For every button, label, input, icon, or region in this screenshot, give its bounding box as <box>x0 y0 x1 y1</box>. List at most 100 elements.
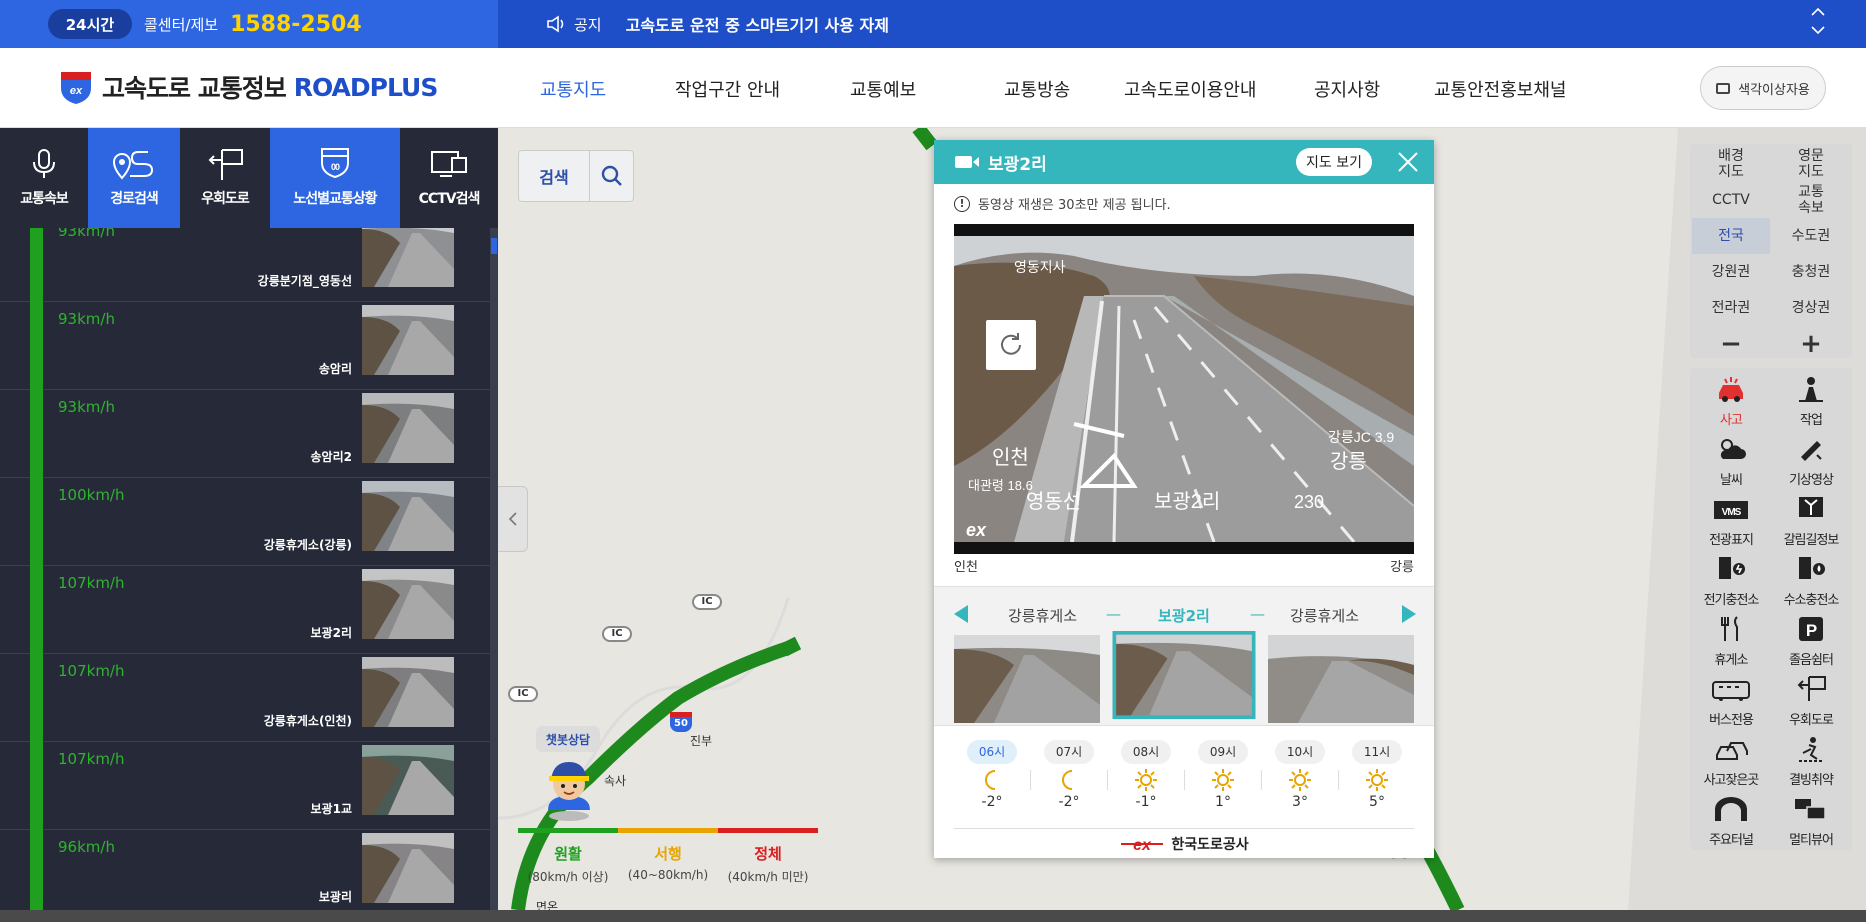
road-status-row[interactable]: 107km/h 강릉휴게소(인천) <box>0 654 490 742</box>
chatbot-label[interactable]: 챗봇상담 <box>536 726 600 752</box>
map-control-button[interactable]: 수도권 <box>1772 218 1850 254</box>
layer-button[interactable]: 전기충전소 <box>1691 550 1771 610</box>
road-status-row[interactable]: 93km/h 송암리 <box>0 302 490 390</box>
layer-button[interactable]: 갈림길정보 <box>1771 490 1851 550</box>
scrollbar-thumb[interactable] <box>491 238 497 254</box>
nav-traffic-forecast[interactable]: 교통예보 <box>850 76 916 102</box>
legend-range: (40km/h 미만) <box>727 870 809 884</box>
speaker-icon <box>547 15 564 33</box>
tab-cctv-search[interactable]: CCTV검색 <box>400 128 498 228</box>
layer-button[interactable]: 결빙취약 <box>1771 730 1851 790</box>
layer-button[interactable]: 멀티뷰어 <box>1771 790 1851 850</box>
chatbot-mascot-icon[interactable] <box>536 758 602 822</box>
prev-arrow-icon[interactable] <box>952 603 970 625</box>
map-control-button[interactable]: CCTV <box>1692 182 1770 218</box>
map-control-button[interactable]: 강원권 <box>1692 254 1770 290</box>
tab-detour[interactable]: 우회도로 <box>180 128 270 228</box>
nav-work-zone[interactable]: 작업구간 안내 <box>675 76 780 102</box>
layer-button[interactable]: P 졸음쉼터 <box>1771 610 1851 670</box>
replay-button[interactable] <box>986 320 1036 370</box>
site-logo[interactable]: ex 고속도로 교통정보 ROADPLUS <box>58 68 438 106</box>
cctv-thumbnail[interactable] <box>362 745 454 815</box>
road-status-row[interactable]: 107km/h 보광2리 <box>0 566 490 654</box>
layer-button[interactable]: 휴게소 <box>1691 610 1771 670</box>
notice-arrows[interactable] <box>1810 4 1826 40</box>
tab-route-traffic[interactable]: 00 노선별교통상황 <box>270 128 400 228</box>
cctv-thumbnail[interactable] <box>362 393 454 463</box>
layer-button-label: 작업 <box>1800 413 1823 428</box>
cctv-thumbnail[interactable] <box>362 305 454 375</box>
map-control-button[interactable]: 전국 <box>1692 218 1770 254</box>
map-control-button[interactable]: 충청권 <box>1772 254 1850 290</box>
layer-button[interactable]: 버스전용 <box>1691 670 1771 730</box>
cctv-thumbnail[interactable] <box>362 228 454 287</box>
next-arrow-icon[interactable] <box>1400 603 1418 625</box>
tab-route-search[interactable]: 경로검색 <box>88 128 180 228</box>
cctv-thumbnail[interactable] <box>362 833 454 903</box>
nav-traffic-map[interactable]: 교통지도 <box>540 76 606 102</box>
nav-safety-channel[interactable]: 교통안전홍보채널 <box>1434 76 1566 102</box>
scrollbar-track[interactable] <box>490 228 498 910</box>
map-search[interactable]: 검색 <box>518 150 634 202</box>
close-icon[interactable] <box>1394 148 1422 176</box>
road-cctv-name: 보광1교 <box>310 802 352 816</box>
notice-text[interactable]: 고속도로 운전 중 스마트기기 사용 자제 <box>626 12 889 36</box>
map-control-button[interactable]: 교통 속보 <box>1772 182 1850 218</box>
weather-separator <box>1261 770 1262 790</box>
chevron-up-icon[interactable] <box>1810 7 1826 17</box>
zoom-out-button[interactable]: − <box>1692 326 1770 362</box>
road-status-row[interactable]: 93km/h 강릉분기점_영동선 <box>0 228 490 302</box>
road-status-row[interactable]: 96km/h 보광리 <box>0 830 490 910</box>
road-status-row[interactable]: 100km/h 강릉휴게소(강릉) <box>0 478 490 566</box>
search-label[interactable]: 검색 <box>519 164 589 188</box>
map-control-button[interactable]: 영문 지도 <box>1772 146 1850 182</box>
nav-traffic-broadcast[interactable]: 교통방송 <box>1004 76 1070 102</box>
zoom-in-button[interactable]: + <box>1772 326 1850 362</box>
ic-marker[interactable]: IC <box>602 626 632 642</box>
road-status-row[interactable]: 107km/h 보광1교 <box>0 742 490 830</box>
layer-button[interactable]: 우회도로 <box>1771 670 1851 730</box>
layer-button[interactable]: VMS 전광표지 <box>1691 490 1771 550</box>
nav-highway-guide[interactable]: 고속도로이용안내 <box>1124 76 1256 102</box>
callcenter-phone[interactable]: 1588-2504 <box>230 12 362 37</box>
layer-button[interactable]: 사고잦은곳 <box>1691 730 1771 790</box>
map-control-button[interactable]: 배경 지도 <box>1692 146 1770 182</box>
search-button[interactable] <box>589 151 633 201</box>
cctv-video[interactable]: 영동지사 인천 대관령 18.6 강릉JC 3.9 강릉 영동선 보광2리 23… <box>954 224 1414 554</box>
place-label-soksa: 속사 <box>604 774 627 788</box>
cctv-modal-header: 보광2리 지도 보기 <box>934 140 1434 184</box>
layer-button[interactable]: 주요터널 <box>1691 790 1771 850</box>
layer-button[interactable]: 날씨 <box>1691 430 1771 490</box>
chatbot[interactable]: 챗봇상담 <box>534 726 604 826</box>
view-map-button[interactable]: 지도 보기 <box>1296 148 1372 176</box>
video-overlay-logo: ex <box>966 520 987 540</box>
tab-traffic-news[interactable]: 교통속보 <box>0 128 88 228</box>
current-camera-thumbnail[interactable] <box>1106 631 1262 719</box>
speed-bar <box>30 566 43 654</box>
color-blind-button[interactable]: 색각이상자용 <box>1700 66 1826 110</box>
ic-marker[interactable]: IC <box>692 594 722 610</box>
microphone-icon <box>33 149 55 178</box>
panel-collapse-button[interactable] <box>498 486 528 552</box>
map-control-button[interactable]: 전라권 <box>1692 290 1770 326</box>
route-pin-icon <box>112 151 154 180</box>
tab-label: 교통속보 <box>20 191 69 207</box>
cctv-thumbnail[interactable] <box>362 569 454 639</box>
prev-camera-thumbnail[interactable] <box>954 635 1100 723</box>
chevron-down-icon[interactable] <box>1810 25 1826 35</box>
nav-notices[interactable]: 공지사항 <box>1314 76 1380 102</box>
cctv-thumbnail[interactable] <box>362 657 454 727</box>
road-status-row[interactable]: 93km/h 송암리2 <box>0 390 490 478</box>
prev-camera-label[interactable]: 강릉휴게소 <box>1008 605 1077 626</box>
next-camera-thumbnail[interactable] <box>1268 635 1414 723</box>
layer-button[interactable]: 수소충전소 <box>1771 550 1851 610</box>
next-camera-label[interactable]: 강릉휴게소 <box>1290 605 1359 626</box>
layer-button[interactable]: 기상영상 <box>1771 430 1851 490</box>
sun-icon <box>1339 768 1415 794</box>
cctv-thumbnail[interactable] <box>362 481 454 551</box>
notice-ticker[interactable]: 공지 고속도로 운전 중 스마트기기 사용 자제 <box>498 0 889 48</box>
layer-button[interactable]: 사고 <box>1691 370 1771 430</box>
layer-button[interactable]: 작업 <box>1771 370 1851 430</box>
ic-marker[interactable]: IC <box>508 686 538 702</box>
map-control-button[interactable]: 경상권 <box>1772 290 1850 326</box>
